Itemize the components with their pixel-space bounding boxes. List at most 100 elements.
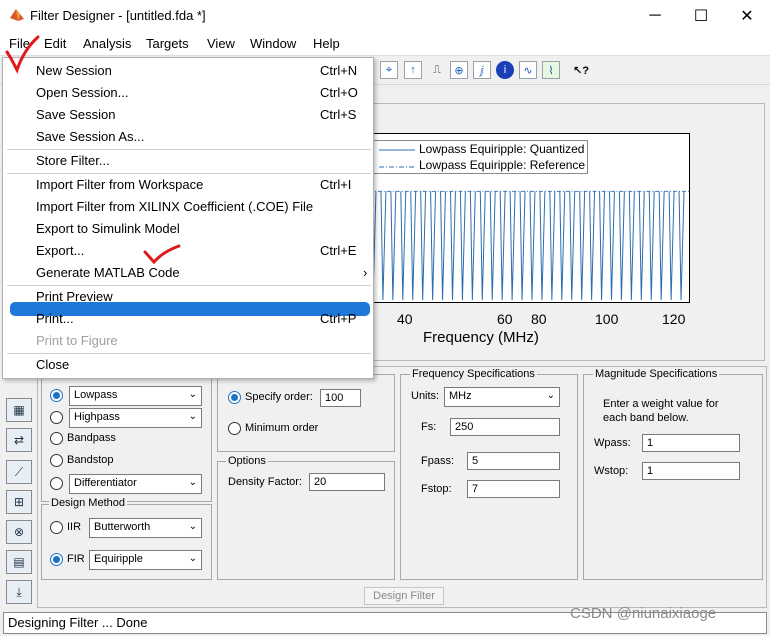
options-title: Options xyxy=(226,455,268,467)
chevron-down-icon: ⌄ xyxy=(546,390,555,401)
menu-item-export[interactable]: Export... xyxy=(36,243,84,258)
import-filter-icon[interactable]: ⤓ xyxy=(6,580,32,604)
menu-item-store-filter[interactable]: Store Filter... xyxy=(36,153,110,168)
menu-help[interactable]: Help xyxy=(313,36,340,51)
fpass-input[interactable]: 5 xyxy=(467,452,560,470)
weight-note-line2: each band below. xyxy=(603,412,689,424)
shortcut-label: Ctrl+P xyxy=(320,311,357,326)
menu-item-close[interactable]: Close xyxy=(36,357,69,372)
menu-item-print[interactable]: Print... xyxy=(36,311,74,326)
density-factor-input[interactable]: 20 xyxy=(309,473,385,491)
impulse-response-icon[interactable]: ⅉ xyxy=(473,61,491,79)
menu-item-import-workspace[interactable]: Import Filter from Workspace xyxy=(36,177,203,192)
fir-dropdown[interactable]: Equiripple ⌄ xyxy=(89,550,202,570)
radio-differentiator[interactable] xyxy=(50,477,63,490)
menu-item-print-preview[interactable]: Print Preview xyxy=(36,289,113,304)
menu-edit[interactable]: Edit xyxy=(44,36,66,51)
radio-iir[interactable] xyxy=(50,521,63,534)
differentiator-value: Differentiator xyxy=(74,477,137,489)
window-title: Filter Designer - [untitled.fda *] xyxy=(30,8,206,23)
wstop-input[interactable]: 1 xyxy=(642,462,740,480)
legend-quantized: Lowpass Equiripple: Quantized xyxy=(419,142,585,156)
menu-item-save-session-as[interactable]: Save Session As... xyxy=(36,129,144,144)
menu-separator xyxy=(7,149,371,150)
close-window-button[interactable]: ✕ xyxy=(724,0,770,32)
fs-input[interactable]: 250 xyxy=(450,418,560,436)
menu-file[interactable]: File xyxy=(9,36,30,51)
pole-zero-icon[interactable]: ⊕ xyxy=(450,61,468,79)
fir-value: Equiripple xyxy=(94,553,143,565)
design-filter-icon[interactable]: ▦ xyxy=(6,398,32,422)
multirate-icon[interactable]: ▤ xyxy=(6,550,32,574)
minimum-order-label: Minimum order xyxy=(245,422,319,434)
menu-item-save-session[interactable]: Save Session xyxy=(36,107,116,122)
menu-separator xyxy=(7,353,371,354)
radio-specify-order[interactable] xyxy=(228,391,241,404)
menu-view[interactable]: View xyxy=(207,36,235,51)
menu-item-open-session[interactable]: Open Session... xyxy=(36,85,129,100)
menu-analysis[interactable]: Analysis xyxy=(83,36,131,51)
realize-model-icon[interactable]: ⊞ xyxy=(6,490,32,514)
whats-this-icon[interactable]: ↖? xyxy=(572,61,590,79)
menu-item-import-coe[interactable]: Import Filter from XILINX Coefficient (.… xyxy=(36,199,313,214)
wpass-input[interactable]: 1 xyxy=(642,434,740,452)
shortcut-label: Ctrl+O xyxy=(320,85,358,100)
menu-item-generate-matlab-code[interactable]: Generate MATLAB Code xyxy=(36,265,180,280)
menu-window[interactable]: Window xyxy=(250,36,296,51)
density-factor-label: Density Factor: xyxy=(228,476,302,488)
menu-item-new-session[interactable]: New Session xyxy=(36,63,112,78)
cost-icon[interactable]: ⌇ xyxy=(542,61,560,79)
lowpass-dropdown[interactable]: Lowpass ⌄ xyxy=(69,386,202,406)
wpass-label: Wpass: xyxy=(594,437,631,449)
highpass-dropdown[interactable]: Highpass ⌄ xyxy=(69,408,202,428)
minimize-button[interactable]: ─ xyxy=(632,0,678,32)
shortcut-label: Ctrl+N xyxy=(320,63,358,78)
quantize-icon[interactable]: ⟋ xyxy=(6,460,32,484)
matlab-app-icon xyxy=(10,9,24,21)
shortcut-label: Ctrl+S xyxy=(320,107,357,122)
radio-lowpass[interactable] xyxy=(50,389,63,402)
chevron-down-icon: ⌄ xyxy=(188,411,197,422)
menu-separator xyxy=(7,173,371,174)
specify-order-label: Specify order: xyxy=(245,391,313,403)
x-tick-label: 120 xyxy=(662,311,686,327)
fstop-label: Fstop: xyxy=(421,483,452,495)
units-value: MHz xyxy=(449,390,472,402)
highpass-value: Highpass xyxy=(74,411,120,423)
differentiator-dropdown[interactable]: Differentiator ⌄ xyxy=(69,474,202,494)
filter-specs-icon[interactable]: ⌖ xyxy=(380,61,398,79)
units-dropdown[interactable]: MHz ⌄ xyxy=(444,387,560,407)
transform-filter-icon[interactable]: ⇄ xyxy=(6,428,32,452)
radio-bandpass[interactable] xyxy=(50,432,63,445)
lowpass-value: Lowpass xyxy=(74,389,118,401)
frequency-specs-title: Frequency Specifications xyxy=(410,368,537,380)
legend-solid-swatch xyxy=(379,149,415,151)
fpass-label: Fpass: xyxy=(421,455,455,467)
file-menu: New Session Ctrl+N Open Session... Ctrl+… xyxy=(2,57,374,379)
step-icon[interactable]: ⎍ xyxy=(428,61,446,79)
submenu-arrow-icon: › xyxy=(363,265,368,280)
legend-dashdot-swatch xyxy=(379,166,415,168)
x-tick-label: 100 xyxy=(595,311,619,327)
chevron-down-icon: ⌄ xyxy=(188,553,197,564)
magnitude-response-icon[interactable]: ↑ xyxy=(404,61,422,79)
pole-zero-editor-icon[interactable]: ⊗ xyxy=(6,520,32,544)
radio-fir[interactable] xyxy=(50,553,63,566)
radio-highpass[interactable] xyxy=(50,411,63,424)
design-filter-button[interactable]: Design Filter xyxy=(364,587,444,605)
radio-bandstop[interactable] xyxy=(50,454,63,467)
iir-dropdown[interactable]: Butterworth ⌄ xyxy=(89,518,202,538)
bandpass-label: Bandpass xyxy=(67,432,116,444)
fstop-input[interactable]: 7 xyxy=(467,480,560,498)
maximize-button[interactable]: ☐ xyxy=(678,0,724,32)
menu-item-export-simulink[interactable]: Export to Simulink Model xyxy=(36,221,180,236)
radio-minimum-order[interactable] xyxy=(228,422,241,435)
info-icon[interactable]: i xyxy=(496,61,514,79)
magnitude-specs-title: Magnitude Specifications xyxy=(593,368,720,380)
menu-targets[interactable]: Targets xyxy=(146,36,189,51)
legend-reference: Lowpass Equiripple: Reference xyxy=(419,158,586,172)
order-input[interactable]: 100 xyxy=(320,389,361,407)
coefficients-icon[interactable]: ∿ xyxy=(519,61,537,79)
iir-label: IIR xyxy=(67,521,82,533)
menu-separator xyxy=(7,285,371,286)
